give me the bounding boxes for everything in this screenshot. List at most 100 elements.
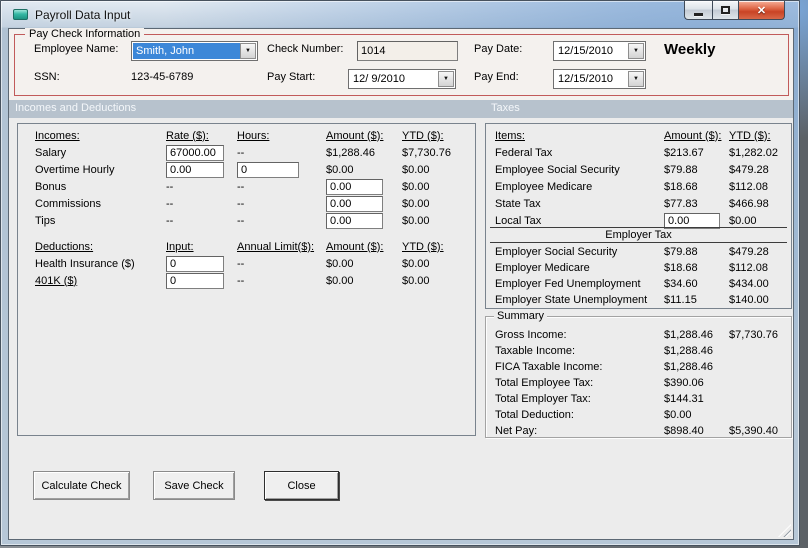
tax-amount-header: Amount ($): (664, 129, 722, 142)
rate-header: Rate ($): (166, 129, 209, 142)
fica-taxable-amount: $1,288.46 (664, 361, 713, 373)
emp-ss-ytd: $479.28 (729, 163, 769, 176)
deductions-header: Deductions: (35, 240, 94, 253)
income-row-label: Overtime Hourly (35, 163, 115, 176)
close-button[interactable]: Close (264, 471, 339, 500)
close-icon: ✕ (756, 4, 767, 17)
pay-date-value: 12/15/2010 (558, 45, 614, 57)
summary-row-label: Taxable Income: (495, 345, 576, 357)
chevron-down-icon[interactable]: ▼ (628, 43, 644, 59)
overtime-ytd: $0.00 (402, 163, 430, 176)
minimize-button[interactable] (684, 1, 712, 20)
gross-income-amount: $1,288.46 (664, 329, 713, 341)
ssn-value: 123-45-6789 (131, 71, 194, 83)
chevron-down-icon[interactable]: ▼ (240, 43, 256, 59)
health-insurance-amount: $0.00 (326, 257, 354, 270)
close-window-button[interactable]: ✕ (739, 1, 785, 20)
total-employer-tax-amount: $144.31 (664, 393, 704, 405)
deduction-amount-header: Amount ($): (326, 240, 384, 253)
summary-row-label: Gross Income: (495, 329, 567, 341)
check-number-input[interactable] (357, 41, 458, 61)
tax-ytd-header: YTD ($): (729, 129, 771, 142)
tax-row-label: Employee Medicare (495, 180, 593, 193)
client-area: Pay Check Information Employee Name: Smi… (8, 28, 794, 540)
tax-row-label: State Tax (495, 197, 541, 210)
incomes-header: Incomes: (35, 129, 80, 142)
tips-rate: -- (166, 214, 174, 227)
emp-medicare-amount: $18.68 (664, 180, 698, 193)
save-check-button[interactable]: Save Check (153, 471, 235, 500)
amount-header: Amount ($): (326, 129, 384, 142)
tax-row-label: Employer Medicare (495, 262, 590, 274)
chevron-down-icon[interactable]: ▼ (438, 71, 454, 87)
health-insurance-ytd: $0.00 (402, 257, 430, 270)
health-insurance-limit: -- (237, 257, 245, 270)
resize-grip-icon[interactable] (778, 524, 791, 537)
401k-input[interactable] (166, 272, 224, 289)
overtime-amount: $0.00 (326, 163, 354, 176)
employer-state-unemp-ytd: $140.00 (729, 294, 769, 306)
maximize-icon (721, 6, 730, 14)
title-bar[interactable]: Payroll Data Input ✕ (1, 1, 799, 28)
local-tax-ytd: $0.00 (729, 214, 757, 227)
ytd-header: YTD ($): (402, 129, 444, 142)
section-band: Incomes and Deductions Taxes (9, 100, 793, 118)
tax-row-label: Local Tax (495, 214, 542, 227)
tax-row-label: Employer Fed Unemployment (495, 278, 641, 290)
employee-name-value: Smith, John (133, 43, 240, 59)
federal-tax-amount: $213.67 (664, 146, 704, 159)
commissions-ytd: $0.00 (402, 197, 430, 210)
salary-rate-input[interactable] (166, 144, 224, 161)
pay-end-datepicker[interactable]: 12/15/2010 ▼ (553, 69, 646, 89)
income-row-label: Salary (35, 146, 67, 159)
employer-ss-amount: $79.88 (664, 246, 698, 258)
commissions-amount-input[interactable] (326, 195, 383, 212)
check-number-label: Check Number: (267, 43, 344, 55)
state-tax-ytd: $466.98 (729, 197, 769, 210)
summary-row-label: Net Pay: (495, 425, 538, 437)
health-insurance-input[interactable] (166, 255, 224, 272)
employer-fed-unemp-amount: $34.60 (664, 278, 698, 290)
pay-date-datepicker[interactable]: 12/15/2010 ▼ (553, 41, 646, 61)
app-icon (13, 9, 28, 20)
salary-amount: $1,288.46 (326, 146, 375, 159)
summary-row-label: Total Employee Tax: (495, 377, 594, 389)
income-row-label: Bonus (35, 180, 67, 193)
summary-row-label: Total Employer Tax: (495, 393, 591, 405)
net-pay-amount: $898.40 (664, 425, 704, 437)
pay-start-datepicker[interactable]: 12/ 9/2010 ▼ (348, 69, 456, 89)
employer-state-unemp-amount: $11.15 (664, 294, 697, 306)
overtime-rate-input[interactable] (166, 161, 224, 178)
401k-amount: $0.00 (326, 274, 354, 287)
401k-limit: -- (237, 274, 245, 287)
maximize-button[interactable] (712, 1, 739, 20)
overtime-hours-input[interactable] (237, 161, 299, 178)
summary-row-label: FICA Taxable Income: (495, 361, 603, 373)
calculate-check-button[interactable]: Calculate Check (33, 471, 130, 500)
paycheck-info-legend: Pay Check Information (25, 28, 145, 40)
tips-amount-input[interactable] (326, 212, 383, 229)
deduction-ytd-header: YTD ($): (402, 240, 444, 253)
employer-fed-unemp-ytd: $434.00 (729, 278, 769, 290)
bonus-amount-input[interactable] (326, 178, 383, 195)
bonus-ytd: $0.00 (402, 180, 430, 193)
salary-hours: -- (237, 146, 245, 159)
employee-name-combobox[interactable]: Smith, John ▼ (131, 41, 258, 61)
pay-end-label: Pay End: (474, 71, 519, 83)
ssn-label: SSN: (34, 71, 60, 83)
tips-ytd: $0.00 (402, 214, 430, 227)
state-tax-amount: $77.83 (664, 197, 698, 210)
chevron-down-icon[interactable]: ▼ (628, 71, 644, 87)
tax-items-header: Items: (495, 129, 525, 142)
tips-hours: -- (237, 214, 245, 227)
pay-start-label: Pay Start: (267, 71, 316, 83)
commissions-rate: -- (166, 197, 174, 210)
commissions-hours: -- (237, 197, 245, 210)
401k-link[interactable]: 401K ($) (35, 275, 166, 287)
tax-row-label: Employer Social Security (495, 246, 618, 258)
employer-tax-rule-bottom (490, 242, 787, 243)
summary-groupbox: Summary Gross Income: $1,288.46 $7,730.7… (485, 310, 792, 438)
401k-ytd: $0.00 (402, 274, 430, 287)
tax-row-label: Employee Social Security (495, 163, 620, 176)
pay-frequency-label: Weekly (664, 41, 716, 58)
